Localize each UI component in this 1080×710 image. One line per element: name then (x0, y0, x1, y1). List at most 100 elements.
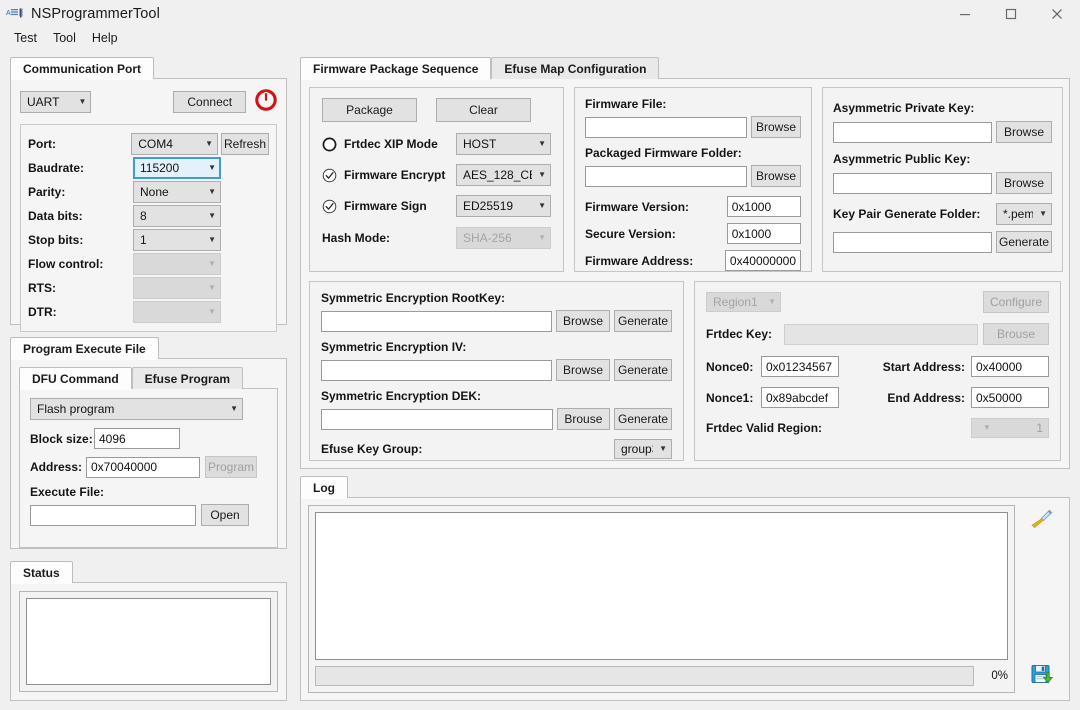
symmetric-rootkey-generate-button[interactable]: Generate (614, 310, 672, 332)
row-execute-file: Execute File: Open (30, 485, 267, 526)
checkbox-firmware-encrypt[interactable] (322, 168, 337, 183)
firmware-file-input[interactable] (585, 117, 747, 138)
asymmetric-private-key-browse-button[interactable]: Browse (996, 121, 1052, 143)
status-textarea[interactable] (26, 598, 271, 685)
label-dtr: DTR: (28, 305, 133, 319)
checkbox-frtdec-xip-mode[interactable] (322, 137, 337, 152)
firmware-encrypt-combo[interactable]: AES_128_CBC ▼ (456, 164, 551, 186)
symmetric-rootkey-input[interactable] (321, 311, 552, 332)
efuse-key-group-combo[interactable]: group3 ▼ (614, 439, 672, 459)
start-address-input[interactable]: 0x40000 (971, 356, 1049, 377)
symmetric-iv-input[interactable] (321, 360, 552, 381)
tab-efuse-map-configuration[interactable]: Efuse Map Configuration (491, 57, 659, 79)
log-textarea[interactable] (315, 512, 1008, 660)
row-address: Address: 0x70040000 Program (30, 456, 267, 478)
symmetric-iv-generate-button[interactable]: Generate (614, 359, 672, 381)
packaged-firmware-folder-input[interactable] (585, 166, 747, 187)
port-combo[interactable]: COM4 ▼ (131, 133, 218, 155)
save-floppy-icon[interactable] (1028, 661, 1056, 687)
firmware-file-browse-button[interactable]: Browse (751, 116, 801, 138)
tab-communication-port[interactable]: Communication Port (10, 57, 154, 79)
checkbox-firmware-sign[interactable] (322, 199, 337, 214)
tab-firmware-package-sequence[interactable]: Firmware Package Sequence (300, 57, 491, 79)
end-address-input[interactable]: 0x50000 (971, 387, 1049, 408)
open-execute-file-button[interactable]: Open (201, 504, 249, 526)
key-format-combo[interactable]: *.pem ▼ (996, 203, 1052, 225)
dfu-command-combo[interactable]: Flash program ▼ (30, 398, 243, 420)
tab-dfu-command[interactable]: DFU Command (19, 367, 132, 389)
menu-item-tool[interactable]: Tool (45, 30, 84, 46)
minimize-icon[interactable] (942, 0, 988, 28)
chevron-down-icon: ▼ (208, 308, 216, 316)
baudrate-combo[interactable]: 115200 ▼ (133, 157, 221, 179)
asymmetric-private-key-input[interactable] (833, 122, 992, 143)
parity-combo[interactable]: None ▼ (133, 181, 221, 203)
row-block-size: Block size: 4096 (30, 428, 267, 449)
connect-button[interactable]: Connect (173, 91, 246, 113)
chevron-down-icon: ▼ (1039, 210, 1047, 218)
chevron-down-icon: ▼ (208, 284, 216, 292)
asymmetric-public-key-browse-button[interactable]: Browse (996, 172, 1052, 194)
label-flow-control: Flow control: (28, 257, 133, 271)
package-button[interactable]: Package (322, 98, 417, 122)
key-pair-folder-input[interactable] (833, 232, 992, 253)
firmware-address-input[interactable]: 0x40000000 (725, 250, 801, 271)
key-pair-generate-button[interactable]: Generate (996, 231, 1052, 253)
frtdec-xip-mode-value: HOST (463, 137, 532, 151)
frtdec-key-input (784, 324, 978, 345)
refresh-ports-button[interactable]: Refresh (221, 133, 269, 155)
stop-bits-combo[interactable]: 1 ▼ (133, 229, 221, 251)
symmetric-dek-generate-button[interactable]: Generate (614, 408, 672, 430)
frtdec-xip-mode-combo[interactable]: HOST ▼ (456, 133, 551, 155)
dfu-command-body: Flash program ▼ Block size: 4096 Address… (19, 388, 278, 548)
symmetric-dek-browse-button[interactable]: Brouse (557, 408, 610, 430)
secure-version-input[interactable]: 0x1000 (727, 223, 801, 244)
packaged-firmware-folder-browse-button[interactable]: Browse (751, 165, 801, 187)
tab-efuse-program[interactable]: Efuse Program (132, 367, 243, 389)
address-input[interactable]: 0x70040000 (86, 457, 200, 478)
nonce0-input[interactable]: 0x01234567 (761, 356, 839, 377)
progress-percent: 0% (982, 670, 1008, 682)
label-stop-bits: Stop bits: (28, 233, 133, 247)
main-panel: Firmware Package Sequence Efuse Map Conf… (300, 57, 1070, 469)
symmetric-dek-input[interactable] (321, 409, 553, 430)
broom-clear-icon[interactable] (1028, 506, 1056, 532)
power-icon[interactable] (255, 89, 277, 114)
label-end-address: End Address: (887, 391, 965, 405)
interface-type-combo[interactable]: UART ▼ (20, 91, 91, 113)
block-size-input[interactable]: 4096 (94, 428, 180, 449)
communication-port-panel: Communication Port UART ▼ Connect (10, 57, 287, 325)
row-key-pair-folder: Key Pair Generate Folder: *.pem ▼ (833, 203, 1052, 225)
symmetric-rootkey-browse-button[interactable]: Browse (556, 310, 610, 332)
firmware-sign-combo[interactable]: ED25519 ▼ (456, 195, 551, 217)
stop-bits-value: 1 (140, 233, 202, 247)
row-nonce0-start-address: Nonce0: 0x01234567 Start Address: 0x4000… (706, 356, 1049, 377)
program-execute-body: DFU Command Efuse Program Flash program … (10, 358, 287, 549)
close-icon[interactable] (1034, 0, 1080, 28)
firmware-version-input[interactable]: 0x1000 (727, 196, 801, 217)
clear-button[interactable]: Clear (436, 98, 531, 122)
menu-item-test[interactable]: Test (6, 30, 45, 46)
log-tools (1022, 505, 1062, 693)
execute-file-input[interactable] (30, 505, 196, 526)
rts-combo: ▼ (133, 277, 221, 299)
maximize-icon[interactable] (988, 0, 1034, 28)
window-title: NSProgrammerTool (31, 6, 160, 22)
chevron-down-icon: ▼ (79, 98, 87, 106)
row-baudrate: Baudrate: 115200 ▼ (28, 156, 269, 180)
tab-program-execute-file[interactable]: Program Execute File (10, 337, 159, 359)
tab-log[interactable]: Log (300, 476, 348, 498)
row-port: Port: COM4 ▼ Refresh (28, 131, 269, 156)
port-value: COM4 (138, 137, 199, 151)
label-firmware-version: Firmware Version: (585, 200, 727, 214)
tab-status[interactable]: Status (10, 561, 73, 583)
symmetric-iv-browse-button[interactable]: Browse (556, 359, 610, 381)
communication-port-tabbar: Communication Port (10, 57, 287, 79)
asymmetric-public-key-input[interactable] (833, 173, 992, 194)
region-value: Region1 (713, 295, 762, 309)
data-bits-combo[interactable]: 8 ▼ (133, 205, 221, 227)
status-sunken (19, 591, 278, 692)
menu-item-help[interactable]: Help (84, 30, 126, 46)
nonce1-input[interactable]: 0x89abcdef (761, 387, 839, 408)
key-format-value: *.pem (1003, 207, 1033, 221)
